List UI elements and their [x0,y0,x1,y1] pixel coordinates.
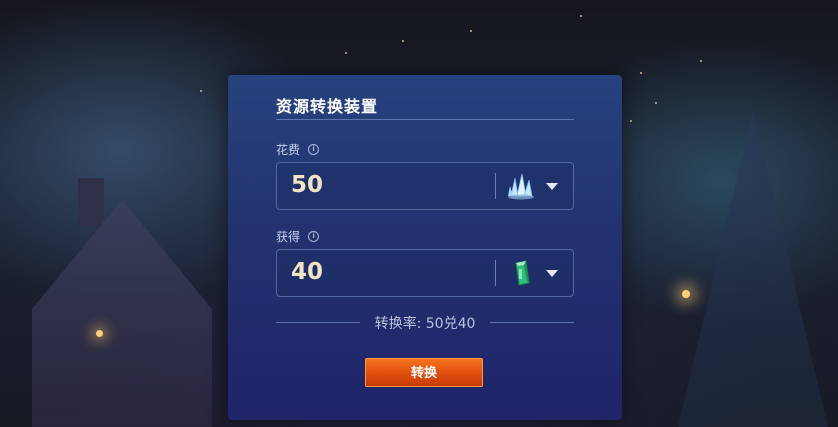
info-icon[interactable]: i [308,231,320,242]
background-spark [700,60,702,62]
conversion-rate-row: 转换率: 50兑40 [276,312,574,332]
field-divider [495,173,496,199]
background-chimney [78,178,104,226]
cost-dropdown-arrow-icon[interactable] [546,183,558,190]
background-spark [580,15,582,17]
field-divider [495,260,496,286]
background-spark [630,120,632,122]
resource-converter-panel: 资源转换装置 花费 i 50 获得 i 40 转换率: 50兑40 转换 [228,75,622,420]
cost-field[interactable]: 50 [276,162,574,210]
background-window-light [96,330,103,337]
gain-label-row: 获得 i [276,228,320,245]
info-icon[interactable]: i [308,144,320,155]
conversion-rate-text: 转换率: 50兑40 [374,316,476,332]
gain-label: 获得 [276,230,301,244]
gain-value: 40 [291,259,324,285]
title-divider [276,119,574,120]
cost-label: 花费 [276,143,301,157]
green-gem-icon [507,259,537,287]
background-spark [470,30,472,32]
gain-dropdown-arrow-icon[interactable] [546,270,558,277]
cost-label-row: 花费 i [276,141,320,158]
background-spark [402,40,404,42]
rate-divider-right [490,322,574,323]
background-tree [678,110,828,427]
background-lamp [682,290,690,298]
cost-value: 50 [291,172,324,198]
convert-button[interactable]: 转换 [365,358,483,387]
background-spark [345,52,347,54]
background-spark [640,72,642,74]
background-spark [655,102,657,104]
background-house [32,200,212,427]
panel-title: 资源转换装置 [276,97,379,116]
crystal-icon [507,172,537,200]
gain-field[interactable]: 40 [276,249,574,297]
background-spark [200,90,202,92]
